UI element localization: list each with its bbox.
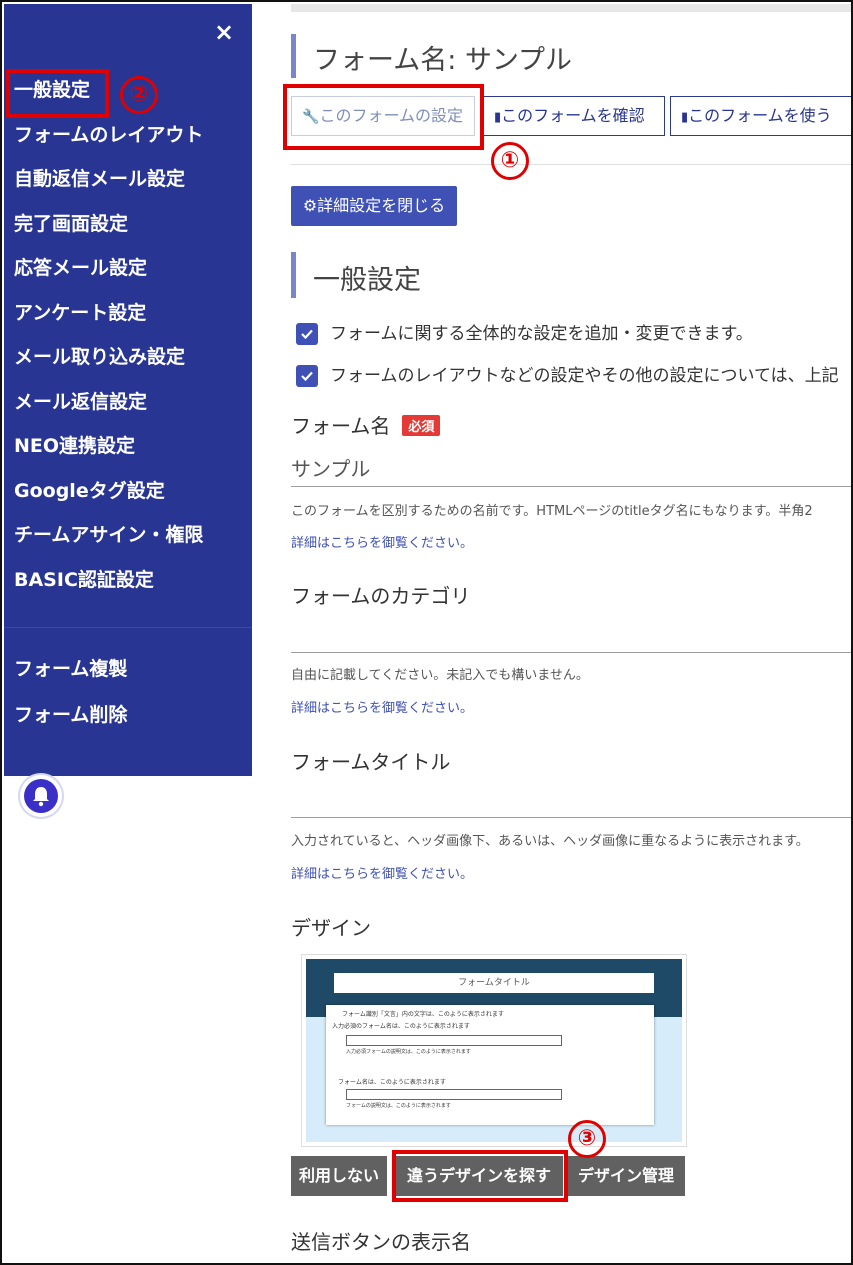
sidebar-divider — [4, 627, 252, 628]
preview-card: フォーム識別「文言」内の文字は、このように表示されます 入力必須のフォーム名は、… — [326, 1005, 654, 1125]
form-name-detail-link[interactable]: 詳細はこちらを御覧ください。 — [291, 532, 473, 551]
design-preview: フォームタイトル フォーム識別「文言」内の文字は、このように表示されます 入力必… — [301, 954, 687, 1147]
sidebar-item-duplicate[interactable]: フォーム複製 — [4, 646, 252, 692]
preview-input — [346, 1035, 562, 1046]
sidebar-item-google-tag[interactable]: Googleタグ設定 — [4, 469, 252, 514]
sidebar-item-survey[interactable]: アンケート設定 — [4, 291, 252, 336]
sidebar-item-mail-import[interactable]: メール取り込み設定 — [4, 335, 252, 380]
input-underline — [291, 486, 851, 487]
gear-icon: ⚙ — [302, 196, 318, 215]
design-preview-image: フォームタイトル フォーム識別「文言」内の文字は、このように表示されます 入力必… — [306, 959, 682, 1142]
preview-text: 入力必須フォームの説明文は、このように表示されます — [346, 1049, 471, 1055]
form-title-help: 入力されていると、ヘッダ画像下、あるいは、ヘッダ画像に重なるように表示されます。 — [291, 834, 809, 849]
bell-icon — [24, 779, 58, 813]
annotation-number-1: ① — [491, 142, 529, 180]
sidebar-nav-secondary: フォーム複製 フォーム削除 — [4, 646, 252, 738]
info-text: フォームのレイアウトなどの設定やその他の設定については、上記 — [330, 366, 839, 386]
preview-text: フォーム識別「文言」内の文字は、このように表示されます — [342, 1011, 504, 1018]
sidebar-item-team-assign[interactable]: チームアサイン・権限 — [4, 513, 252, 558]
form-name-label: フォーム名 必須 — [291, 410, 441, 439]
preview-input — [346, 1089, 562, 1100]
preview-text: フォームの説明文は、このように表示されます — [346, 1103, 451, 1109]
category-help: 自由に記載してください。未記入でも構いません。 — [291, 668, 589, 683]
close-detail-settings-button[interactable]: ⚙詳細設定を閉じる — [291, 186, 457, 226]
preview-text: フォーム名は、このように表示されます — [338, 1079, 446, 1086]
sidebar-item-auto-reply[interactable]: 自動返信メール設定 — [4, 157, 252, 202]
sidebar-item-basic-auth[interactable]: BASIC認証設定 — [4, 558, 252, 603]
annotation-box-2 — [6, 69, 109, 118]
sidebar-item-delete[interactable]: フォーム削除 — [4, 692, 252, 738]
annotation-number-2: ② — [120, 76, 158, 114]
sidebar-item-neo[interactable]: NEO連携設定 — [4, 424, 252, 469]
category-input[interactable] — [291, 652, 851, 653]
page-title: フォーム名: サンプル — [313, 45, 573, 76]
page-frame: × 一般設定 フォームのレイアウト 自動返信メール設定 完了画面設定 応答メール… — [0, 0, 853, 1265]
close-detail-label: 詳細設定を閉じる — [317, 196, 446, 215]
sidebar-item-response-mail[interactable]: 応答メール設定 — [4, 246, 252, 291]
form-title-detail-link[interactable]: 詳細はこちらを御覧ください。 — [291, 863, 473, 882]
design-label: デザイン — [291, 916, 371, 940]
sidebar-item-complete-screen[interactable]: 完了画面設定 — [4, 202, 252, 247]
annotation-box-3 — [392, 1150, 568, 1202]
manage-design-button[interactable]: デザイン管理 — [567, 1156, 685, 1196]
notification-bell-button[interactable] — [20, 775, 62, 817]
form-name-help: このフォームを区別するための名前です。HTMLページのtitleタグ名にもなりま… — [291, 504, 813, 519]
annotation-box-1 — [283, 84, 484, 150]
annotation-number-3: ③ — [568, 1120, 606, 1158]
sidebar: × 一般設定 フォームのレイアウト 自動返信メール設定 完了画面設定 応答メール… — [4, 4, 252, 776]
form-confirm-button[interactable]: ▮このフォームを確認 — [483, 96, 665, 136]
form-name-input[interactable]: サンプル — [291, 453, 370, 482]
form-title-input[interactable] — [291, 817, 851, 818]
form-confirm-label: このフォームを確認 — [501, 106, 645, 125]
category-label: フォームのカテゴリ — [291, 584, 471, 608]
section-title: 一般設定 — [313, 265, 421, 296]
preview-title: フォームタイトル — [334, 973, 654, 993]
form-use-button[interactable]: ▮このフォームを使う — [670, 96, 851, 136]
info-text: フォームに関する全体的な設定を追加・変更できます。 — [330, 324, 753, 344]
required-badge: 必須 — [402, 415, 441, 436]
sidebar-item-layout[interactable]: フォームのレイアウト — [4, 113, 252, 158]
check-icon — [296, 323, 318, 345]
preview-text: 入力必須のフォーム名は、このように表示されます — [332, 1023, 470, 1030]
check-icon — [296, 365, 318, 387]
top-scroll-bar — [291, 4, 851, 12]
sidebar-item-mail-reply[interactable]: メール返信設定 — [4, 380, 252, 425]
sidebar-nav: 一般設定 フォームのレイアウト 自動返信メール設定 完了画面設定 応答メール設定… — [4, 68, 252, 602]
form-title-label: フォームタイトル — [291, 750, 451, 774]
category-detail-link[interactable]: 詳細はこちらを御覧ください。 — [291, 697, 473, 716]
divider — [291, 164, 851, 165]
close-icon[interactable]: × — [214, 18, 234, 46]
title-accent — [291, 34, 296, 78]
submit-label: 送信ボタンの表示名 — [291, 1230, 471, 1254]
section-accent — [291, 252, 296, 298]
form-use-label: このフォームを使う — [688, 106, 832, 125]
no-design-button[interactable]: 利用しない — [291, 1156, 387, 1196]
form-name-label-text: フォーム名 — [291, 414, 391, 438]
